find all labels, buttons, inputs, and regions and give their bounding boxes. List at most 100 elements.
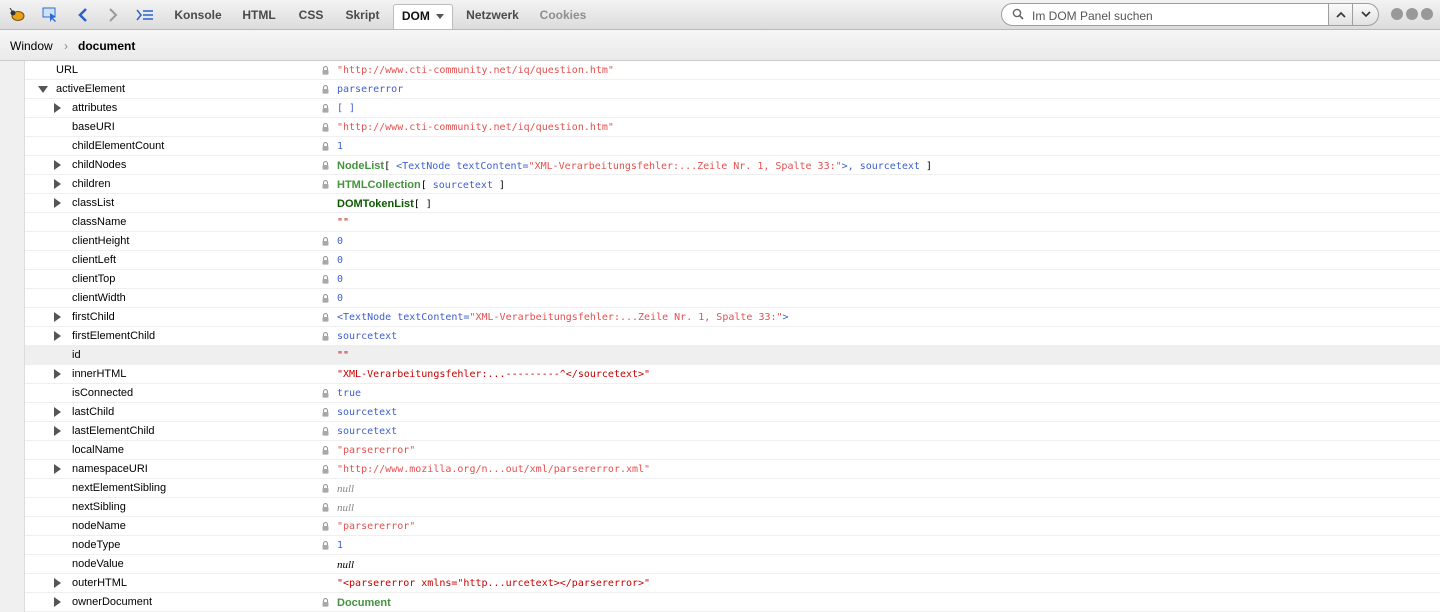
search-next-button[interactable] (1352, 3, 1379, 26)
value-part: "http://www.cti-community.net/iq/questio… (337, 65, 614, 76)
value-part: 1 (337, 141, 344, 152)
dom-row-nodeValue[interactable]: nodeValue null (25, 555, 1440, 574)
collapsed-twisty-icon[interactable] (54, 160, 61, 170)
property-value[interactable]: 1 (337, 540, 343, 551)
forward-arrow-icon[interactable] (102, 4, 124, 26)
property-value[interactable]: "http://www.cti-community.net/iq/questio… (337, 122, 614, 133)
value-part: null (337, 502, 355, 514)
dom-row-nextElementSibling[interactable]: nextElementSibling null (25, 479, 1440, 498)
collapsed-twisty-icon[interactable] (54, 198, 61, 208)
tab-cookies[interactable]: Cookies (534, 4, 592, 26)
property-value[interactable]: sourcetext (337, 331, 397, 342)
tab-konsole[interactable]: Konsole (170, 4, 226, 26)
dom-row-attributes[interactable]: attributes [ ] (25, 99, 1440, 118)
property-value[interactable]: <TextNode textContent="XML-Verarbeitungs… (337, 312, 789, 323)
dom-row-nodeType[interactable]: nodeType 1 (25, 536, 1440, 555)
dom-row-childElementCount[interactable]: childElementCount 1 (25, 137, 1440, 156)
dom-row-nodeName[interactable]: nodeName "parsererror" (25, 517, 1440, 536)
search-previous-button[interactable] (1328, 3, 1353, 26)
command-line-icon[interactable] (134, 4, 156, 26)
dom-row-ownerDocument[interactable]: ownerDocument Document (25, 593, 1440, 612)
dom-row-id[interactable]: id "" (25, 346, 1440, 365)
dom-row-outerHTML[interactable]: outerHTML "<parsererror xmlns="http...urc… (25, 574, 1440, 593)
dom-row-childNodes[interactable]: childNodes NodeList[ <TextNode textConten… (25, 156, 1440, 175)
property-value[interactable]: NodeList[ <TextNode textContent="XML-Ver… (337, 160, 932, 172)
property-value[interactable]: DOMTokenList[ ] (337, 198, 432, 210)
property-value[interactable]: null (337, 483, 354, 495)
tab-skript[interactable]: Skript (340, 4, 385, 26)
property-value[interactable]: 0 (337, 293, 343, 304)
close-icon[interactable] (1421, 8, 1433, 20)
property-value[interactable]: 0 (337, 255, 343, 266)
collapsed-twisty-icon[interactable] (54, 407, 61, 417)
back-arrow-icon[interactable] (72, 4, 94, 26)
property-value[interactable]: parsererror (337, 84, 403, 95)
property-value[interactable]: sourcetext (337, 426, 397, 437)
property-value[interactable]: "" (337, 350, 349, 361)
dom-row-isConnected[interactable]: isConnected true (25, 384, 1440, 403)
dom-row-classList[interactable]: classList DOMTokenList[ ] (25, 194, 1440, 213)
property-value[interactable]: "parsererror" (337, 521, 415, 532)
firebug-icon[interactable] (6, 4, 28, 26)
search-input[interactable] (1030, 7, 1324, 24)
collapsed-twisty-icon[interactable] (54, 312, 61, 322)
dom-row-firstChild[interactable]: firstChild <TextNode textContent="XML-Ver… (25, 308, 1440, 327)
property-value[interactable]: sourcetext (337, 407, 397, 418)
collapsed-twisty-icon[interactable] (54, 597, 61, 607)
property-value[interactable]: 0 (337, 236, 343, 247)
dom-row-innerHTML[interactable]: innerHTML "XML-Verarbeitungsfehler:...---… (25, 365, 1440, 384)
dom-row-children[interactable]: children HTMLCollection[ sourcetext ] (25, 175, 1440, 194)
property-value[interactable]: HTMLCollection[ sourcetext ] (337, 179, 505, 191)
property-value[interactable]: true (337, 388, 361, 399)
collapsed-twisty-icon[interactable] (54, 426, 61, 436)
property-value[interactable]: "http://www.mozilla.org/n...out/xml/pars… (337, 464, 650, 475)
dom-row-lastElementChild[interactable]: lastElementChild sourcetext (25, 422, 1440, 441)
expanded-twisty-icon[interactable] (38, 86, 48, 93)
tab-css[interactable]: CSS (292, 4, 330, 26)
property-value[interactable]: Document (337, 597, 391, 609)
collapsed-twisty-icon[interactable] (54, 464, 61, 474)
tab-html[interactable]: HTML (236, 4, 282, 26)
dom-row-clientWidth[interactable]: clientWidth 0 (25, 289, 1440, 308)
value-part: "parsererror" (337, 521, 416, 532)
value-part: "http://www.mozilla.org/n...out/xml/pars… (337, 464, 651, 475)
tab-dom[interactable]: DOM (393, 4, 453, 29)
tab-netzwerk[interactable]: Netzwerk (461, 4, 524, 26)
property-value[interactable]: "<parsererror xmlns="http...urcetext></p… (337, 578, 650, 589)
dom-row-activeElement[interactable]: activeElement parsererror (25, 80, 1440, 99)
dom-row-clientHeight[interactable]: clientHeight 0 (25, 232, 1440, 251)
property-value[interactable]: "http://www.cti-community.net/iq/questio… (337, 65, 614, 76)
dom-row-localName[interactable]: localName "parsererror" (25, 441, 1440, 460)
dom-row-clientTop[interactable]: clientTop 0 (25, 270, 1440, 289)
property-value[interactable]: null (337, 502, 354, 514)
collapsed-twisty-icon[interactable] (54, 369, 61, 379)
property-value[interactable]: null (337, 559, 354, 571)
detach-icon[interactable] (1406, 8, 1418, 20)
dom-row-lastChild[interactable]: lastChild sourcetext (25, 403, 1440, 422)
value-part: "XML-Verarbeitungsfehler:...Zeile Nr. 1,… (469, 312, 783, 323)
dom-row-firstElementChild[interactable]: firstElementChild sourcetext (25, 327, 1440, 346)
property-value[interactable]: "" (337, 217, 349, 228)
property-value[interactable]: "parsererror" (337, 445, 415, 456)
dom-row-baseURI[interactable]: baseURI "http://www.cti-community.net/iq/… (25, 118, 1440, 137)
value-part: 0 (337, 274, 344, 285)
collapsed-twisty-icon[interactable] (54, 103, 61, 113)
dom-row-nextSibling[interactable]: nextSibling null (25, 498, 1440, 517)
minimize-icon[interactable] (1391, 8, 1403, 20)
property-value[interactable]: [ ] (337, 103, 355, 114)
property-name: className (72, 216, 127, 228)
property-value[interactable]: "XML-Verarbeitungsfehler:...---------^</… (337, 369, 650, 380)
inspect-icon[interactable] (39, 4, 61, 26)
breadcrumb-item-window[interactable]: Window (10, 39, 53, 53)
collapsed-twisty-icon[interactable] (54, 331, 61, 341)
dom-row-className[interactable]: className "" (25, 213, 1440, 232)
property-name: id (72, 349, 81, 361)
collapsed-twisty-icon[interactable] (54, 179, 61, 189)
dom-row-clientLeft[interactable]: clientLeft 0 (25, 251, 1440, 270)
property-value[interactable]: 1 (337, 141, 343, 152)
property-value[interactable]: 0 (337, 274, 343, 285)
dom-row-namespaceURI[interactable]: namespaceURI "http://www.mozilla.org/n...… (25, 460, 1440, 479)
collapsed-twisty-icon[interactable] (54, 578, 61, 588)
dom-row-URL[interactable]: URL "http://www.cti-community.net/iq/ques… (25, 61, 1440, 80)
breadcrumb-item-document[interactable]: document (78, 39, 135, 53)
